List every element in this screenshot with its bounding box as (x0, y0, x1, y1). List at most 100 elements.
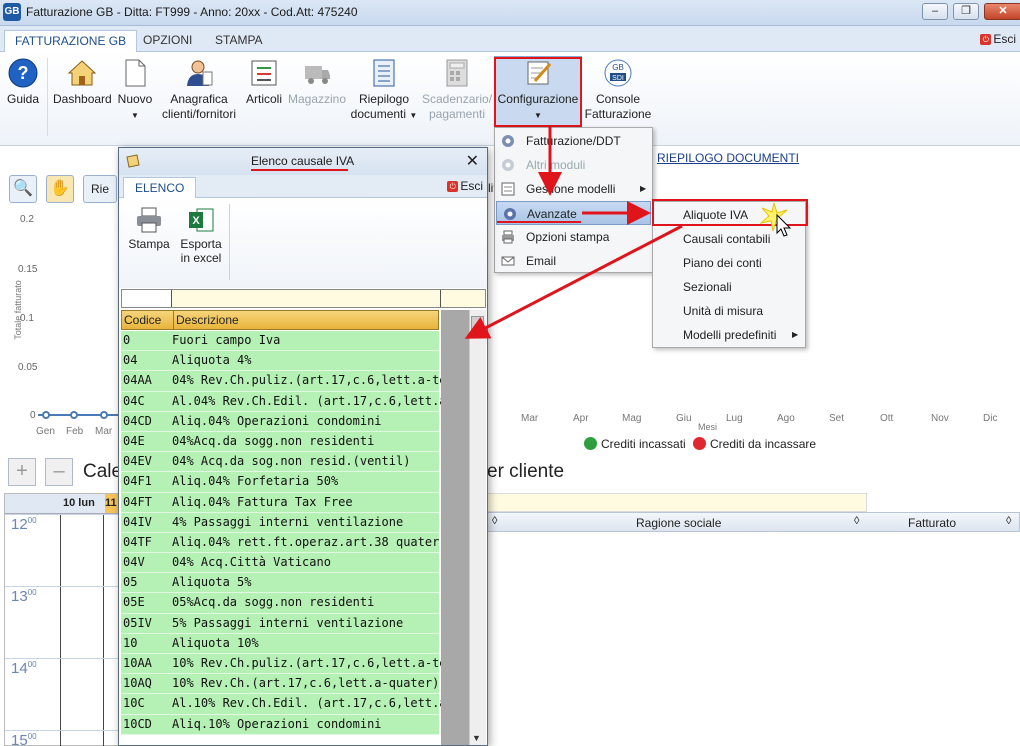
sort-icon[interactable]: ◊ (1006, 515, 1011, 527)
dashboard-button[interactable]: Dashboard (53, 58, 112, 107)
cell-codice: 04FT (123, 494, 152, 509)
cell-descrizione: Aliq.04% Forfetaria 50% (172, 474, 339, 489)
table-row[interactable]: 04AA 04% Rev.Ch.puliz.(art.17,c.6,lett.a-… (121, 371, 461, 392)
console-fatturazione-button[interactable]: GB SDI Console Fatturazione (584, 58, 652, 122)
riepilogo-documenti-button[interactable]: Riepilogo documenti ▼ (350, 58, 418, 123)
column-fatturato[interactable]: Fatturato (908, 516, 956, 530)
table-row[interactable]: 04FT Aliq.04% Fattura Tax Free (121, 492, 439, 513)
hour-line (5, 658, 121, 659)
table-row[interactable]: 04V 04% Acq.Città Vaticano (121, 553, 439, 574)
table-row[interactable]: 04F1 Aliq.04% Forfetaria 50% (121, 472, 439, 493)
dialog-esci-button[interactable]: ⏻ Esci (447, 179, 483, 193)
table-row[interactable]: 05 Aliquota 5% (121, 573, 439, 594)
zoom-button[interactable]: 🔍 (9, 175, 37, 203)
grid-scrollbar[interactable]: ▼ (441, 310, 486, 745)
document-list-icon (373, 59, 395, 87)
sort-icon[interactable]: ◊ (854, 515, 859, 527)
minimize-button[interactable]: – (922, 3, 948, 20)
riepilogo-label-1: Riepilogo (358, 92, 410, 106)
menu-item-unita-di-misura[interactable]: Unità di misura (653, 299, 805, 323)
hand-icon: ✋ (50, 180, 70, 197)
table-row[interactable]: 10C Al.10% Rev.Ch.Edil. (art.17,c.6,lett.… (121, 694, 461, 715)
cell-codice: 04IV (123, 514, 152, 529)
hour-line (5, 514, 121, 515)
column-codice[interactable]: Codice (124, 311, 161, 329)
table-row[interactable]: 04 Aliquota 4% (121, 351, 439, 372)
sort-icon[interactable]: ◊ (492, 515, 497, 527)
chart-y-tick: 0.2 (20, 214, 34, 225)
table-row[interactable]: 04TF Aliq.04% rett.ft.operaz.art.38 quate… (121, 532, 440, 554)
menu-item-opzioni-stampa[interactable]: Opzioni stampa (495, 225, 652, 249)
pan-button[interactable]: ✋ (46, 175, 74, 203)
column-descrizione[interactable]: Descrizione (173, 311, 439, 329)
tab-stampa[interactable]: STAMPA (205, 30, 273, 52)
scroll-thumb[interactable] (471, 316, 484, 336)
esci-button[interactable]: ⏻ Esci (980, 32, 1016, 46)
table-row[interactable]: 10AQ 10% Rev.Ch.(art.17,c.6,lett.a-quater… (121, 674, 439, 695)
table-row[interactable]: 10AA 10% Rev.Ch.puliz.(art.17,c.6,lett.a-… (121, 654, 461, 675)
tab-opzioni[interactable]: OPZIONI (133, 30, 202, 52)
table-row[interactable]: 05IV 5% Passaggi interni ventilazione (121, 613, 439, 634)
submenu-arrow-icon: ▶ (792, 330, 799, 339)
table-row[interactable]: 10 Aliquota 10% (121, 633, 439, 654)
chart-zero-line (38, 411, 120, 419)
menu-item-modelli-predefiniti[interactable]: Modelli predefiniti ▶ (653, 323, 805, 347)
menu-item-label: Sezionali (683, 280, 732, 294)
riepilogo-documenti-link[interactable]: RIEPILOGO DOCUMENTI (657, 151, 799, 165)
table-row[interactable]: 10CD Aliq.10% Operazioni condomini (121, 714, 439, 735)
menu-item-gestione-modelli[interactable]: Gestione modelli ▶ (495, 177, 652, 201)
close-window-button[interactable]: ✕ (984, 3, 1020, 20)
table-row[interactable]: 04C Al.04% Rev.Ch.Edil. (art.17,c.6,lett.… (121, 391, 461, 412)
menu-item-label: Email (526, 254, 557, 268)
printer-icon (137, 207, 161, 233)
svg-text:X: X (192, 215, 200, 227)
clienti-filter-row[interactable] (487, 493, 867, 512)
chart-y-tick: 0.05 (18, 362, 38, 373)
add-button[interactable]: + (8, 458, 36, 486)
menu-item-altri-moduli[interactable]: Altri moduli (495, 153, 652, 177)
table-row[interactable]: 04CD Aliq.04% Operazioni condomini (121, 411, 439, 432)
tab-fatturazione-gb[interactable]: FATTURAZIONE GB (4, 30, 138, 52)
restore-button[interactable]: ❐ (953, 3, 979, 20)
table-row[interactable]: 04IV 4% Passaggi interni ventilazione (121, 512, 439, 533)
window-title-bar: GB Fatturazione GB - Ditta: FT999 - Anno… (0, 0, 1020, 26)
filter-codice-input[interactable] (122, 290, 172, 307)
column-ragione-sociale[interactable]: Ragione sociale (636, 516, 721, 530)
ribbon-tabs: FATTURAZIONE GB OPZIONI STAMPA ⏻ Esci (0, 26, 1020, 52)
cell-codice: 04CD (123, 413, 152, 428)
anagrafica-button[interactable]: Anagrafica clienti/fornitori (157, 58, 241, 122)
menu-item-label: Unità di misura (683, 304, 764, 318)
chart-month-label: Nov (931, 413, 949, 424)
magazzino-button[interactable]: Magazzino (287, 58, 347, 107)
minute-value: 00 (27, 588, 37, 597)
calendar-day-label: 10 lun (63, 497, 95, 509)
remove-button[interactable]: – (45, 458, 73, 486)
minute-value: 00 (27, 660, 37, 669)
scadenzario-button[interactable]: Scadenzario/ pagamenti (422, 58, 492, 122)
guida-button[interactable]: ? Guida (5, 58, 41, 107)
menu-item-sezionali[interactable]: Sezionali (653, 275, 805, 299)
cell-codice: 05E (123, 595, 145, 610)
scroll-down-arrow-icon[interactable]: ▼ (472, 733, 481, 743)
table-row[interactable]: 0 Fuori campo Iva (121, 331, 439, 352)
table-row[interactable]: 05E 05%Acq.da sogg.non residenti (121, 593, 439, 614)
chart-month-label: Apr (573, 413, 589, 424)
table-row[interactable]: 04E 04%Acq.da sogg.non residenti (121, 431, 439, 453)
riepilogo-short-button[interactable]: Rie (83, 175, 117, 203)
articoli-button[interactable]: Articoli (243, 58, 285, 107)
menu-item-email[interactable]: Email (495, 249, 652, 273)
cell-descrizione: Aliq.04% rett.ft.operaz.art.38 quater (172, 534, 440, 549)
esporta-excel-button[interactable]: X Esporta in excel (175, 206, 227, 265)
close-icon[interactable]: ✕ (466, 151, 479, 171)
nuovo-button[interactable]: Nuovo ▼ (115, 58, 155, 123)
window-title: Fatturazione GB - Ditta: FT999 - Anno: 2… (26, 5, 358, 19)
minus-icon: – (53, 460, 65, 482)
menu-item-fatturazione-ddt[interactable]: Fatturazione/DDT (495, 129, 652, 153)
scroll-lane[interactable] (469, 310, 486, 745)
menu-item-piano-dei-conti[interactable]: Piano dei conti (653, 251, 805, 275)
stampa-button[interactable]: Stampa (125, 206, 173, 251)
grid-filter-row[interactable] (121, 289, 486, 308)
table-row[interactable]: 04EV 04% Acq.da sog.non resid.(ventil) (121, 452, 439, 473)
toolbar-separator (229, 204, 230, 280)
tab-elenco[interactable]: ELENCO (123, 177, 197, 198)
